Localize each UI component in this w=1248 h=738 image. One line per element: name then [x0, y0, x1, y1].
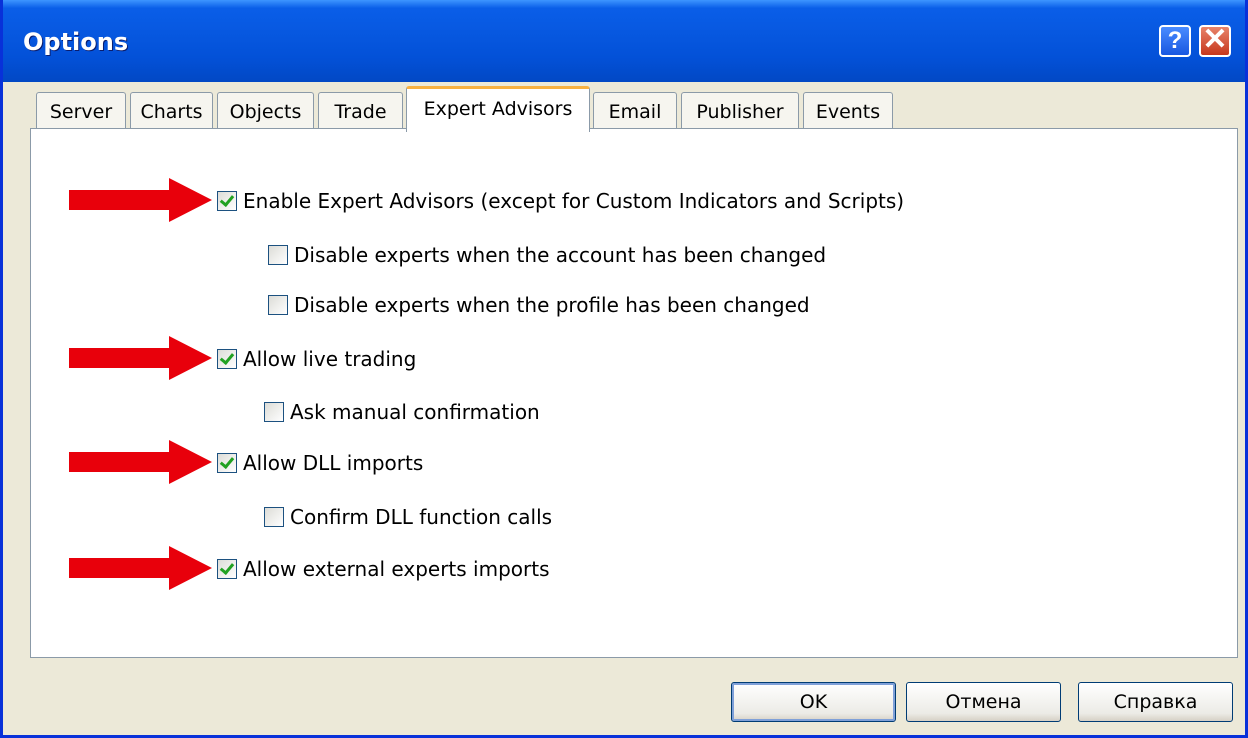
help-button[interactable]: Справка: [1078, 682, 1233, 722]
tab-publisher[interactable]: Publisher: [681, 92, 799, 130]
title-bar[interactable]: Options ? ✕: [3, 0, 1245, 82]
disable-on-account-change-checkbox[interactable]: [268, 245, 288, 265]
option-label: Allow DLL imports: [243, 451, 424, 475]
confirm-dll-calls-checkbox[interactable]: [264, 507, 284, 527]
red-arrow-icon: [69, 178, 212, 222]
allow-live-trading-option[interactable]: Allow live trading: [217, 344, 416, 374]
option-label: Disable experts when the account has bee…: [294, 243, 827, 267]
close-icon: ✕: [1202, 23, 1228, 56]
window-title: Options: [23, 28, 129, 56]
enable-expert-advisors-option[interactable]: Enable Expert Advisors (except for Custo…: [217, 186, 904, 216]
option-label: Allow live trading: [243, 347, 417, 371]
option-label: Ask manual confirmation: [290, 400, 540, 424]
allow-external-experts-checkbox[interactable]: [217, 559, 237, 579]
red-arrow-icon: [69, 336, 212, 380]
tab-trade[interactable]: Trade: [318, 92, 403, 130]
option-label: Enable Expert Advisors (except for Custo…: [243, 189, 905, 213]
tab-events[interactable]: Events: [803, 92, 893, 130]
allow-dll-imports-option[interactable]: Allow DLL imports: [217, 448, 423, 478]
ask-manual-confirmation-checkbox[interactable]: [264, 402, 284, 422]
disable-on-account-change-option[interactable]: Disable experts when the account has bee…: [268, 240, 826, 270]
confirm-dll-calls-option[interactable]: Confirm DLL function calls: [264, 502, 552, 532]
enable-expert-advisors-checkbox[interactable]: [217, 191, 237, 211]
allow-live-trading-checkbox[interactable]: [217, 349, 237, 369]
tab-charts[interactable]: Charts: [130, 92, 213, 130]
disable-on-profile-change-option[interactable]: Disable experts when the profile has bee…: [268, 290, 810, 320]
tab-expert-advisors[interactable]: Expert Advisors: [406, 86, 590, 132]
tab-email[interactable]: Email: [593, 92, 677, 130]
red-arrow-icon: [69, 546, 212, 590]
tab-server[interactable]: Server: [36, 92, 126, 130]
allow-dll-imports-checkbox[interactable]: [217, 453, 237, 473]
disable-on-profile-change-checkbox[interactable]: [268, 295, 288, 315]
option-label: Disable experts when the profile has bee…: [294, 293, 810, 317]
options-dialog: Options ? ✕ Server Charts Objects Trade …: [0, 0, 1248, 738]
red-arrow-icon: [69, 440, 212, 484]
question-icon: ?: [1167, 27, 1183, 54]
close-title-button[interactable]: ✕: [1199, 25, 1231, 57]
ask-manual-confirmation-option[interactable]: Ask manual confirmation: [264, 397, 540, 427]
ok-button[interactable]: OK: [731, 682, 896, 722]
option-label: Confirm DLL function calls: [290, 505, 553, 529]
option-label: Allow external experts imports: [243, 557, 550, 581]
help-title-button[interactable]: ?: [1159, 25, 1191, 57]
allow-external-experts-option[interactable]: Allow external experts imports: [217, 554, 549, 584]
cancel-button[interactable]: Отмена: [906, 682, 1061, 722]
tab-objects[interactable]: Objects: [217, 92, 314, 130]
